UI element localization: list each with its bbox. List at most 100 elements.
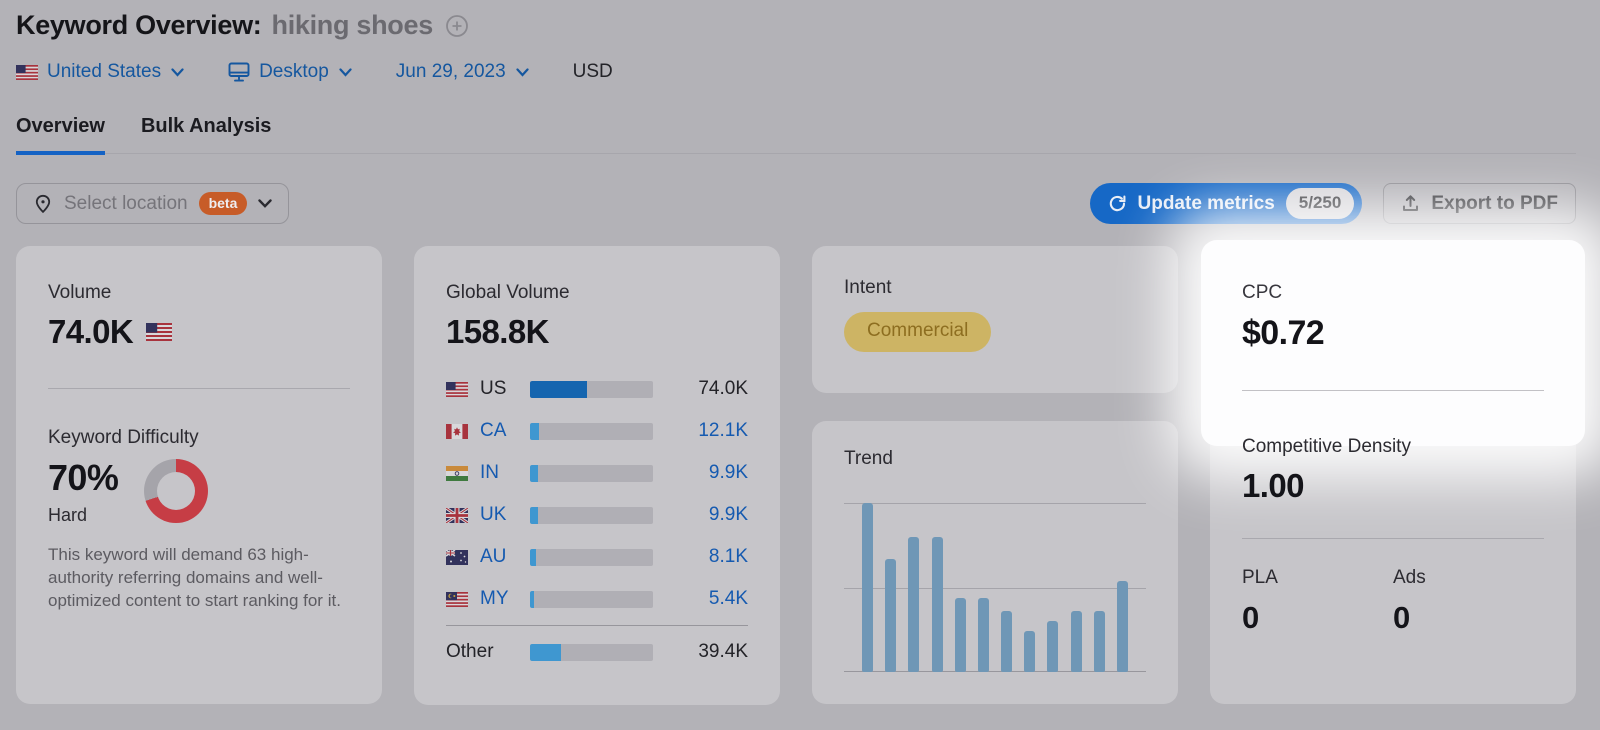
cpc-value: $0.72 (1242, 314, 1544, 353)
country-volume-list: US 74.0K CA 12.1K IN 9.9K (446, 368, 748, 673)
update-metrics-button[interactable]: Update metrics 5/250 (1090, 183, 1363, 224)
trend-bar (955, 598, 966, 672)
trend-bar (1001, 611, 1012, 672)
export-pdf-label: Export to PDF (1431, 193, 1558, 215)
filter-bar: United States Desktop Jun 29, 2023 USD (16, 61, 1576, 83)
trend-label: Trend (844, 448, 1146, 470)
beta-badge: beta (199, 192, 248, 215)
trend-bar (862, 503, 873, 672)
ads-label: Ads (1393, 567, 1544, 589)
country-row-other: Other 39.4K (446, 631, 748, 673)
update-metrics-label: Update metrics (1138, 193, 1275, 215)
trend-bar (1047, 621, 1058, 672)
us-flag-icon (446, 382, 468, 397)
cpc-card: CPC $0.72 Competitive Density 1.00 PLA 0… (1210, 246, 1576, 704)
add-keyword-icon[interactable] (445, 14, 469, 38)
toolbar: Select location beta Update metrics 5/25… (16, 183, 1576, 224)
divider (1242, 538, 1544, 539)
country-row-ca: CA 12.1K (446, 410, 748, 452)
ads-value: 0 (1393, 600, 1544, 636)
intent-badge[interactable]: Commercial (844, 312, 991, 352)
pla-ads-section: PLA 0 Ads 0 (1242, 567, 1544, 636)
kd-donut (144, 459, 208, 523)
keyword-difficulty-label: Keyword Difficulty (48, 427, 350, 449)
tab-bulk-analysis[interactable]: Bulk Analysis (141, 115, 271, 155)
pla-label: PLA (1242, 567, 1393, 589)
trend-bar (1117, 581, 1128, 672)
divider (1242, 390, 1544, 391)
chevron-down-icon (516, 68, 529, 77)
competitive-density-label: Competitive Density (1242, 436, 1544, 458)
cpc-section: CPC $0.72 (1242, 282, 1544, 391)
export-icon (1401, 194, 1420, 213)
toolbar-actions: Update metrics 5/250 Export to PDF (1090, 183, 1577, 224)
trend-bars (844, 503, 1146, 672)
country-volume-value: 9.9K (653, 462, 748, 484)
country-volume-bar (530, 423, 653, 440)
trend-card: Trend (812, 421, 1178, 704)
global-volume-card: Global Volume 158.8K US 74.0K CA 12.1K (414, 246, 780, 705)
keyword-difficulty-value: 70% (48, 457, 118, 499)
intent-trend-column: Intent Commercial Trend (812, 246, 1178, 704)
page-title: Keyword Overview: (16, 10, 262, 41)
chevron-down-icon (258, 199, 272, 208)
ca-flag-icon (446, 424, 468, 439)
tab-overview[interactable]: Overview (16, 115, 105, 155)
country-code[interactable]: UK (480, 504, 530, 526)
pla-value: 0 (1242, 600, 1393, 636)
keyword-difficulty-level: Hard (48, 505, 118, 526)
country-volume-value: 9.9K (653, 504, 748, 526)
country-filter-label: United States (47, 61, 161, 83)
country-volume-value: 39.4K (653, 641, 748, 663)
metric-cards: Volume 74.0K Keyword Difficulty 70% Hard… (16, 246, 1576, 705)
update-metrics-counter: 5/250 (1286, 188, 1355, 219)
chevron-down-icon (339, 68, 352, 77)
currency-label: USD (573, 61, 613, 83)
country-volume-bar (530, 591, 653, 608)
trend-bar (908, 537, 919, 672)
location-pin-icon (33, 194, 53, 214)
cpc-label: CPC (1242, 282, 1544, 304)
au-flag-icon (446, 550, 468, 565)
divider (48, 388, 350, 389)
country-code[interactable]: CA (480, 420, 530, 442)
trend-bar (1094, 611, 1105, 672)
intent-label: Intent (844, 277, 1146, 299)
select-location-dropdown[interactable]: Select location beta (16, 183, 289, 224)
country-volume-bar (530, 549, 653, 566)
global-volume-value: 158.8K (446, 313, 748, 351)
divider (446, 625, 748, 626)
page-header: Keyword Overview: hiking shoes (16, 10, 1576, 41)
country-volume-value: 5.4K (653, 588, 748, 610)
uk-flag-icon (446, 508, 468, 523)
global-volume-label: Global Volume (446, 282, 748, 304)
country-row-au: AU 8.1K (446, 536, 748, 578)
device-filter[interactable]: Desktop (228, 61, 352, 83)
country-code[interactable]: MY (480, 588, 530, 610)
trend-bar (932, 537, 943, 672)
trend-bar (885, 559, 896, 672)
keyword-text: hiking shoes (272, 10, 433, 41)
export-pdf-button[interactable]: Export to PDF (1383, 183, 1576, 224)
date-filter[interactable]: Jun 29, 2023 (396, 61, 529, 83)
country-row-uk: UK 9.9K (446, 494, 748, 536)
country-volume-value: 74.0K (653, 378, 748, 400)
country-code[interactable]: US (480, 378, 530, 400)
tab-bar: Overview Bulk Analysis (16, 115, 1576, 154)
keyword-difficulty-description: This keyword will demand 63 high-authori… (48, 543, 350, 612)
volume-card: Volume 74.0K Keyword Difficulty 70% Hard… (16, 246, 382, 704)
competitive-density-section: Competitive Density 1.00 (1242, 436, 1544, 539)
trend-bar (1071, 611, 1082, 672)
country-filter[interactable]: United States (16, 61, 184, 83)
desktop-icon (228, 62, 250, 82)
refresh-icon (1108, 194, 1127, 213)
date-filter-label: Jun 29, 2023 (396, 61, 506, 83)
country-row-in: IN 9.9K (446, 452, 748, 494)
trend-chart (844, 503, 1146, 672)
country-row-us: US 74.0K (446, 368, 748, 410)
device-filter-label: Desktop (259, 61, 329, 83)
trend-bar (978, 598, 989, 672)
country-code[interactable]: IN (480, 462, 530, 484)
country-code[interactable]: AU (480, 546, 530, 568)
intent-card: Intent Commercial (812, 246, 1178, 393)
